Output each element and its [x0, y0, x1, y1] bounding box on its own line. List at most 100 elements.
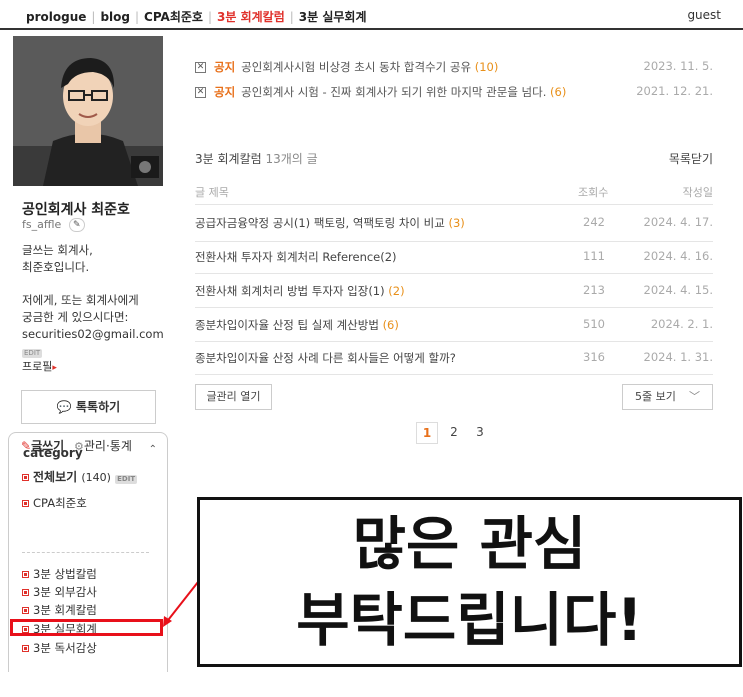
category-bullet-icon — [22, 607, 29, 614]
post-views: 316 — [583, 350, 605, 364]
notice-close-icon: ✕ — [195, 87, 206, 98]
post-views: 510 — [583, 317, 605, 331]
notice-comment-count: (6) — [550, 85, 567, 99]
chat-bubble-icon: 💬 — [56, 400, 72, 414]
post-row-title[interactable]: 종분차입이자율 산정 사례 다른 회사들은 어떻게 할까? — [195, 350, 456, 366]
column-header-title: 글 제목 — [195, 186, 229, 199]
row-divider — [195, 341, 713, 342]
column-header-views: 조회수 — [578, 186, 609, 199]
nav-prologue[interactable]: prologue — [26, 10, 86, 24]
notice-date: 2021. 12. 21. — [636, 84, 713, 98]
post-views: 213 — [583, 283, 605, 297]
notice-tag: 공지 — [214, 85, 236, 99]
chevron-down-icon: ﹀ — [689, 390, 700, 403]
nav-blog[interactable]: blog — [100, 10, 130, 24]
notice-tag: 공지 — [214, 60, 236, 74]
post-row-title[interactable]: 공급자금융약정 공시(1) 팩토링, 역팩토링 차이 비교 (3) — [195, 215, 465, 231]
intro-line: 저에게, 또는 회계사에게 — [22, 293, 139, 307]
profile-link[interactable]: 프로필▸ — [22, 358, 57, 374]
intro-line: 글쓰는 회계사, — [22, 243, 93, 257]
post-row-title[interactable]: 종분차입이자율 산정 팁 실제 계산방법 (6) — [195, 317, 399, 333]
blog-name: 공인회계사 최준호 — [22, 202, 130, 218]
page-3[interactable]: 3 — [469, 422, 491, 444]
nav-separator: | — [207, 10, 212, 24]
blog-intro: 글쓰는 회계사, 최준호입니다. — [22, 242, 172, 276]
category-heading: 3분 회계칼럼 — [195, 152, 262, 166]
notice-title: 공인회계사 시험 - 진짜 회계사가 되기 위한 마지막 관문을 넘다. — [241, 85, 547, 99]
nav-practical-accounting[interactable]: 3분 실무회계 — [299, 10, 367, 24]
notice-date: 2023. 11. 5. — [643, 59, 714, 73]
intro-line: 최준호입니다. — [22, 260, 90, 274]
post-comment-count: (3) — [448, 216, 465, 230]
row-divider — [195, 307, 713, 308]
blog-id: fs_affle ✎ — [22, 218, 85, 232]
category-bullet-icon — [22, 474, 29, 481]
category-item-label: 3분 독서감상 — [33, 641, 97, 655]
open-post-manager-button[interactable]: 글관리 열기 — [195, 384, 272, 410]
overlay-banner: 많은 관심 부탁드립니다! — [197, 497, 742, 667]
page-1[interactable]: 1 — [416, 422, 438, 444]
collapse-caret-icon[interactable]: ⌃ — [149, 444, 157, 455]
category-all[interactable]: 전체보기 (140) EDIT — [22, 468, 138, 485]
notice-item[interactable]: ✕ 공지 공인회계사시험 비상경 초시 동차 합격수기 공유 (10) — [195, 59, 498, 75]
category-title: category — [23, 446, 83, 460]
lines-select-value: 5줄 보기 — [635, 390, 676, 403]
top-nav-links: prologue | blog | CPA최준호 | 3분 회계칼럼 | 3분 실무회계 — [26, 8, 367, 25]
blog-id-text: fs_affle — [22, 218, 62, 231]
category-item-audit[interactable]: 3분 외부감사 — [22, 584, 97, 600]
edit-pencil-icon[interactable]: ✎ — [68, 218, 85, 232]
nav-separator: | — [289, 10, 294, 24]
post-date: 2024. 2. 1. — [650, 317, 713, 331]
blog-contact: 저에게, 또는 회계사에게 궁금한 게 있으시다면: securities02@… — [22, 292, 172, 360]
category-item-commercial-law[interactable]: 3분 상법칼럼 — [22, 566, 97, 582]
category-item-accounting-column[interactable]: 3분 회계칼럼 — [22, 602, 97, 618]
arrow-right-icon: ▸ — [52, 363, 57, 373]
close-list-link[interactable]: 목록닫기 — [669, 150, 713, 167]
category-divider — [22, 552, 149, 553]
contact-email[interactable]: securities02@gmail.com — [22, 326, 172, 343]
notice-close-icon: ✕ — [195, 62, 206, 73]
edit-badge[interactable]: EDIT — [22, 349, 43, 358]
category-all-label: 전체보기 — [33, 470, 78, 484]
talk-button-label: 톡톡하기 — [75, 400, 121, 414]
profile-link-label: 프로필 — [22, 360, 53, 373]
row-divider — [195, 273, 713, 274]
notice-item[interactable]: ✕ 공지 공인회계사 시험 - 진짜 회계사가 되기 위한 마지막 관문을 넘다. … — [195, 84, 566, 100]
row-divider — [195, 241, 713, 242]
category-edit-badge[interactable]: EDIT — [115, 475, 138, 484]
post-date: 2024. 1. 31. — [643, 350, 714, 364]
guest-label[interactable]: guest — [687, 8, 721, 22]
column-header-date: 작성일 — [682, 186, 713, 199]
category-item-label: 3분 회계칼럼 — [33, 603, 97, 617]
nav-accounting-column[interactable]: 3분 회계칼럼 — [217, 10, 285, 24]
category-item-label: 3분 외부감사 — [33, 585, 97, 599]
profile-avatar — [13, 36, 163, 186]
post-count: 13개의 글 — [265, 152, 318, 166]
category-item-label: 3분 상법칼럼 — [33, 567, 97, 581]
category-all-count: (140) — [81, 471, 111, 484]
category-item-cpa[interactable]: CPA최준호 — [22, 495, 87, 511]
notice-comment-count: (10) — [474, 60, 499, 74]
category-bullet-icon — [22, 589, 29, 596]
post-views: 111 — [583, 249, 605, 263]
post-row-title[interactable]: 전환사채 투자자 회계처리 Reference(2) — [195, 249, 397, 265]
post-date: 2024. 4. 16. — [643, 249, 714, 263]
profile-illustration — [13, 36, 163, 186]
category-item-label: CPA최준호 — [33, 496, 87, 510]
post-title: 전환사채 투자자 회계처리 Reference(2) — [195, 250, 397, 264]
post-comment-count: (6) — [382, 318, 399, 332]
page-2[interactable]: 2 — [443, 422, 465, 444]
category-bullet-icon — [22, 571, 29, 578]
post-list-heading: 3분 회계칼럼 13개의 글 — [195, 150, 318, 167]
nav-cpa[interactable]: CPA최준호 — [144, 10, 203, 24]
overlay-line-2: 부탁드립니다! — [296, 586, 643, 654]
category-item-reading[interactable]: 3분 독서감상 — [22, 640, 97, 656]
post-row-title[interactable]: 전환사채 회계처리 방법 투자자 입장(1) (2) — [195, 283, 405, 299]
overlay-line-1: 많은 관심 — [352, 510, 587, 578]
talk-button[interactable]: 💬 톡톡하기 — [21, 390, 156, 424]
notice-title: 공인회계사시험 비상경 초시 동차 합격수기 공유 — [241, 60, 472, 74]
post-date: 2024. 4. 17. — [643, 215, 714, 229]
post-date: 2024. 4. 15. — [643, 283, 714, 297]
nav-separator: | — [91, 10, 96, 24]
lines-per-page-select[interactable]: 5줄 보기 ﹀ — [622, 384, 713, 410]
